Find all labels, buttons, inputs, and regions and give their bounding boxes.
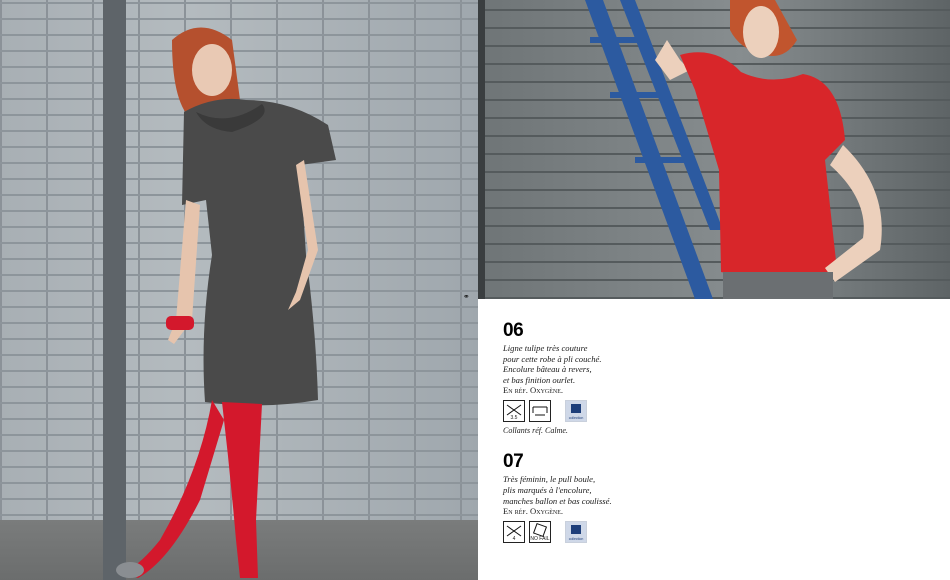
product-descriptions: 06 Ligne tulipe très couture pour cette … <box>503 320 653 544</box>
page-gutter <box>478 0 485 299</box>
model-red-sweater-illustration <box>585 0 882 299</box>
level-icon: NO FAIL <box>529 521 551 544</box>
desc-line: Encolure bâteau à revers, <box>503 364 592 375</box>
item-06: 06 Ligne tulipe très couture pour cette … <box>503 320 653 435</box>
page-marker: ⚭ <box>463 292 470 301</box>
desc-line: Très féminin, le pull boule, <box>503 474 596 485</box>
item-number: 07 <box>503 451 524 473</box>
item-description: Ligne tulipe très couture pour cette rob… <box>503 343 653 385</box>
desc-line: plis marqués à l'encolure, <box>503 484 592 495</box>
yarn-brand-logo: collection <box>565 521 587 544</box>
photo-grey-dress <box>0 0 478 580</box>
desc-line: et bas finition ourlet. <box>503 374 576 385</box>
yarn-reference: En réf. Oxygène. <box>503 385 564 396</box>
item-description: Très féminin, le pull boule, plis marqué… <box>503 474 653 506</box>
care-icons: 4 NO FAIL collection <box>503 521 653 544</box>
item-number: 06 <box>503 320 524 341</box>
desc-line: pour cette robe à pli couché. <box>503 353 602 364</box>
model-grey-dress-illustration <box>116 27 336 578</box>
desc-line: manches ballon et bas coulissé. <box>503 495 612 506</box>
desc-line: Ligne tulipe très couture <box>503 343 588 353</box>
care-icons: 3.5 collection <box>503 400 653 423</box>
item-07: 07 Très féminin, le pull boule, plis mar… <box>503 451 653 544</box>
needles-icon: 4 <box>503 521 525 544</box>
yarn-brand-logo: collection <box>565 400 587 423</box>
photo-red-sweater <box>485 0 950 299</box>
yarn-reference: En réf. Oxygène. <box>503 506 564 517</box>
needles-icon: 3.5 <box>503 400 525 423</box>
knitting-icon <box>529 400 551 423</box>
tights-note: Collants réf. Calme. <box>503 426 568 436</box>
